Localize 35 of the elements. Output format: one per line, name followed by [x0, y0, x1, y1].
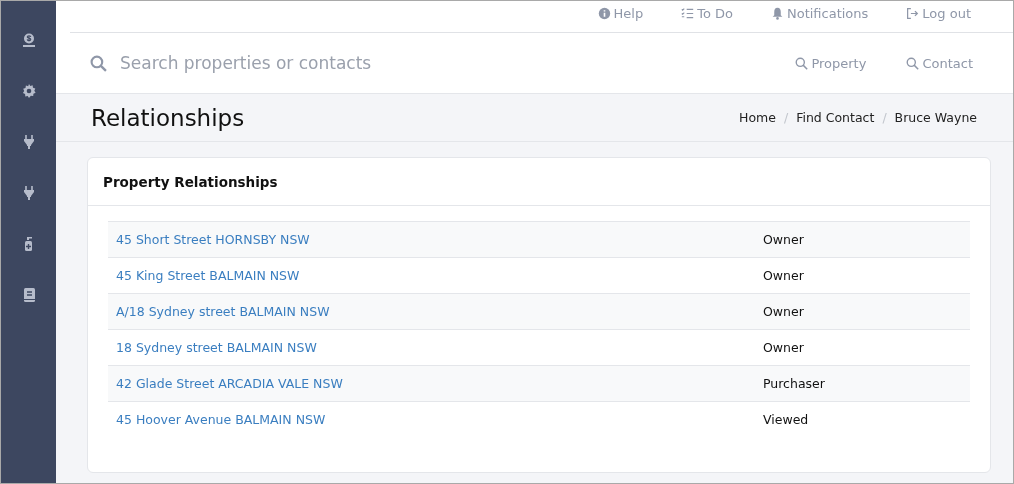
address-link[interactable]: 42 Glade Street ARCADIA VALE NSW — [116, 376, 343, 391]
breadcrumb-separator: / — [783, 110, 789, 125]
nav-link[interactable]: Log out — [906, 6, 971, 21]
logout-icon — [906, 7, 920, 20]
table-cell: Owner — [763, 232, 804, 247]
nav-link[interactable]: To Do — [681, 6, 733, 21]
search-icon — [906, 56, 920, 70]
checklist-icon — [681, 7, 695, 20]
search-field[interactable]: Search properties or contacts — [118, 52, 452, 74]
bell-icon — [770, 7, 784, 20]
nav-link[interactable]: Notifications — [770, 6, 869, 21]
search-filter-link[interactable]: Contact — [906, 55, 973, 71]
breadcrumb-current: Bruce Wayne — [894, 110, 977, 125]
address-link[interactable]: A/18 Sydney street BALMAIN NSW — [116, 304, 330, 319]
search-icon — [90, 54, 107, 72]
breadcrumb-separator: / — [882, 110, 887, 125]
info-icon — [597, 7, 611, 20]
table-cell: Owner — [763, 340, 804, 355]
address-link[interactable]: 45 King Street BALMAIN NSW — [116, 268, 300, 283]
coin-icon[interactable] — [20, 32, 37, 48]
search-icon — [795, 56, 809, 70]
breadcrumb-link[interactable]: Home — [739, 110, 776, 125]
card-title: Property Relationships — [103, 173, 278, 190]
table-cell: Viewed — [763, 412, 809, 427]
address-link[interactable]: 45 Hoover Avenue BALMAIN NSW — [116, 412, 326, 427]
table-cell: Purchaser — [763, 376, 825, 391]
search-filter-link[interactable]: Property — [795, 55, 867, 71]
gear-icon[interactable] — [20, 83, 37, 99]
table-cell: Owner — [763, 304, 804, 319]
nav-link[interactable]: Help — [597, 6, 644, 21]
page-title: Relationships — [91, 104, 245, 131]
breadcrumb-link[interactable]: Find Contact — [796, 110, 875, 125]
address-link[interactable]: 45 Short Street HORNSBY NSW — [116, 232, 310, 247]
address-link[interactable]: 18 Sydney street BALMAIN NSW — [116, 340, 317, 355]
table-cell: Owner — [763, 268, 804, 283]
